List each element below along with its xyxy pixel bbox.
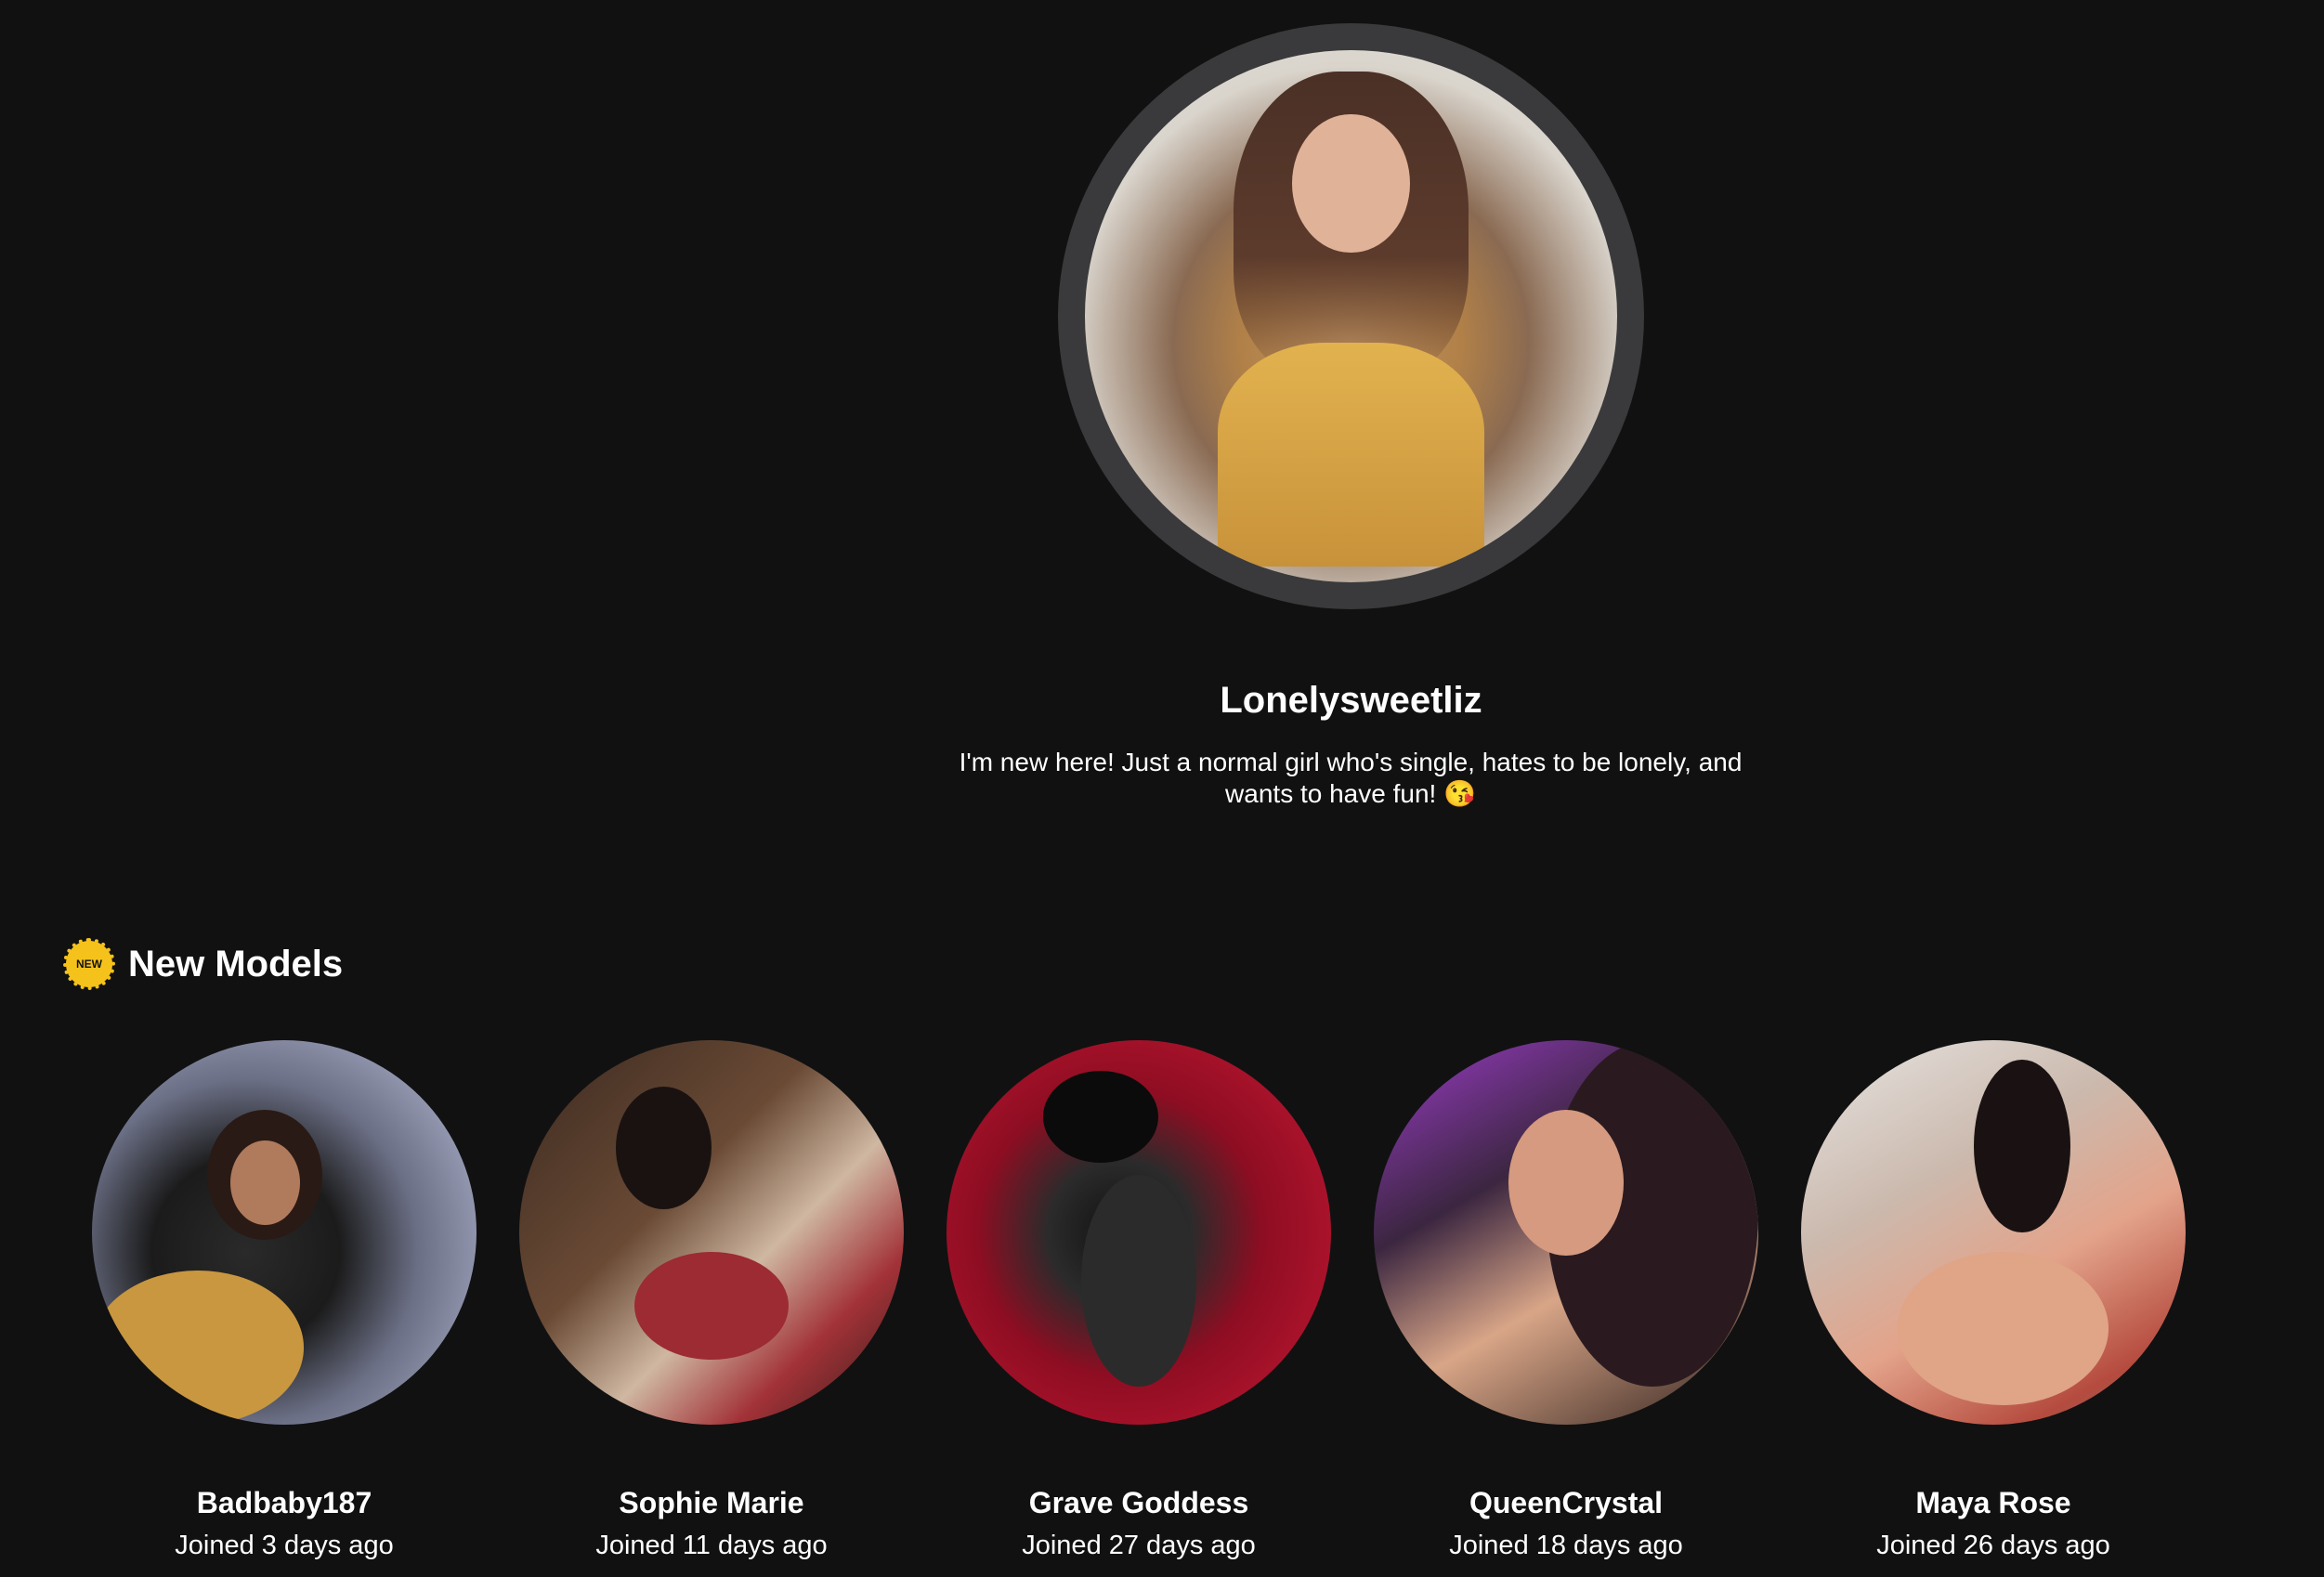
- model-card[interactable]: Sophie Marie Joined 11 days ago: [519, 1040, 904, 1560]
- page: Lonelysweetliz I'm new here! Just a norm…: [0, 0, 2324, 1577]
- model-avatar[interactable]: [1374, 1040, 1758, 1425]
- featured-photo[interactable]: [1085, 50, 1617, 582]
- model-name[interactable]: Badbaby187: [92, 1486, 477, 1520]
- model-joined: Joined 11 days ago: [595, 1531, 828, 1560]
- model-joined: Joined 18 days ago: [1449, 1531, 1683, 1560]
- model-avatar[interactable]: [1801, 1040, 2186, 1425]
- model-name[interactable]: QueenCrystal: [1374, 1486, 1758, 1520]
- model-joined: Joined 26 days ago: [1876, 1531, 2110, 1560]
- model-avatar-body: [1897, 1251, 2109, 1406]
- model-card[interactable]: QueenCrystal Joined 18 days ago: [1374, 1040, 1758, 1560]
- model-name[interactable]: Sophie Marie: [519, 1486, 904, 1520]
- featured-avatar[interactable]: [1058, 23, 1644, 609]
- model-avatar-face: [230, 1140, 300, 1225]
- new-badge-icon: NEW: [63, 938, 115, 990]
- model-name[interactable]: Maya Rose: [1801, 1486, 2186, 1520]
- model-card[interactable]: Grave Goddess Joined 27 days ago: [947, 1040, 1331, 1560]
- featured-photo-face: [1292, 113, 1410, 253]
- model-joined: Joined 3 days ago: [175, 1531, 394, 1560]
- section-header: NEW New Models: [63, 938, 344, 990]
- model-avatar[interactable]: [947, 1040, 1331, 1425]
- featured-bio: I'm new here! Just a normal girl who's s…: [959, 748, 1743, 808]
- model-card[interactable]: Badbaby187 Joined 3 days ago: [92, 1040, 477, 1560]
- new-badge-text: NEW: [76, 958, 102, 971]
- featured-name[interactable]: Lonelysweetliz: [0, 680, 2324, 722]
- model-avatar[interactable]: [92, 1040, 477, 1425]
- model-joined: Joined 27 days ago: [1022, 1531, 1256, 1560]
- model-avatar-pillow: [92, 1271, 304, 1425]
- model-name[interactable]: Grave Goddess: [947, 1486, 1331, 1520]
- model-card[interactable]: Maya Rose Joined 26 days ago: [1801, 1040, 2186, 1560]
- model-avatar[interactable]: [519, 1040, 904, 1425]
- model-avatar-skirt: [634, 1251, 789, 1360]
- model-avatar-face: [1508, 1109, 1625, 1256]
- model-avatar-hair: [1974, 1059, 2070, 1232]
- model-avatar-heels: [1042, 1071, 1158, 1164]
- model-avatar-legs: [1080, 1174, 1197, 1387]
- featured-photo-top: [1218, 343, 1484, 567]
- section-title: New Models: [128, 943, 344, 984]
- model-avatar-hair: [615, 1086, 712, 1210]
